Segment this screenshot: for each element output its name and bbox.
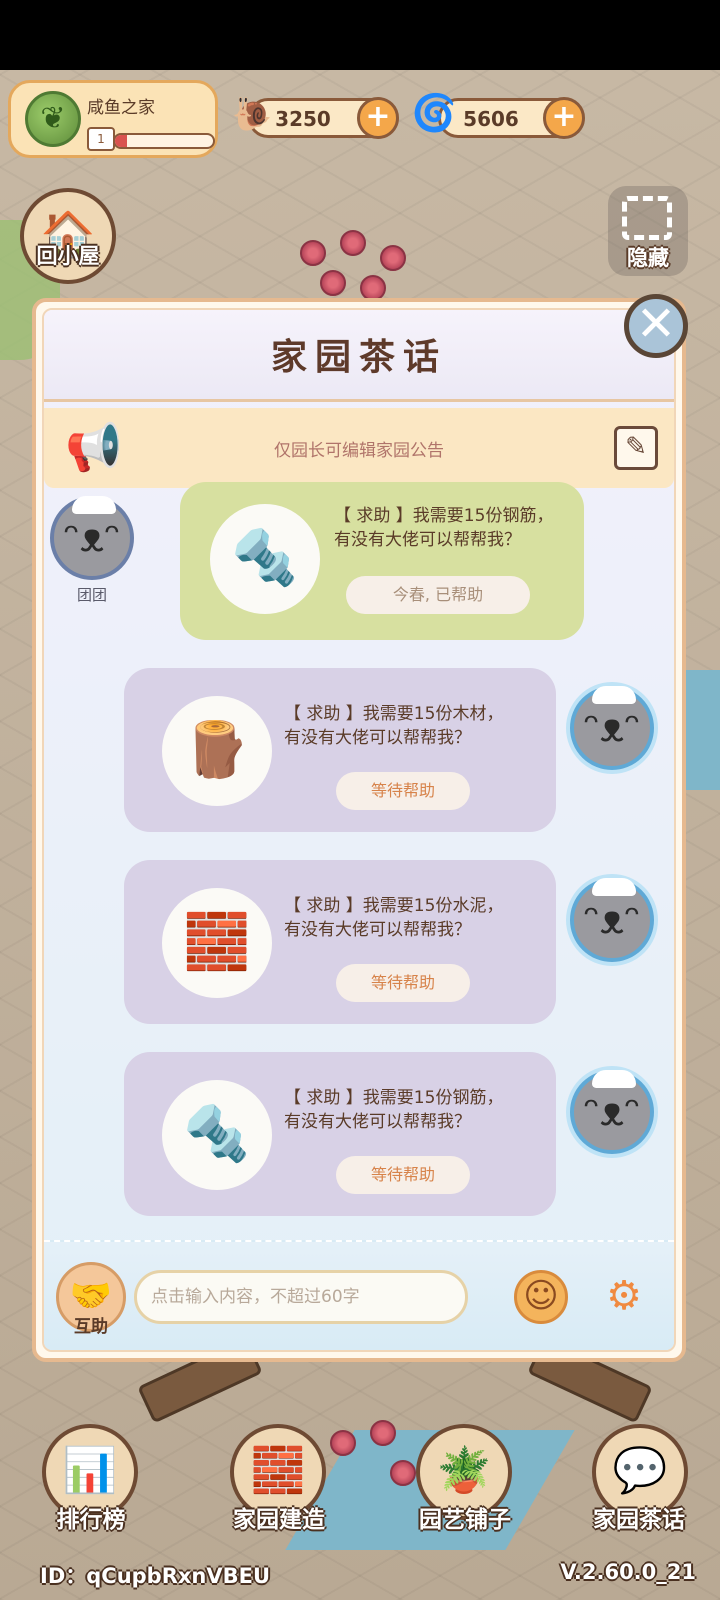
- cat-face-icon: ᵔᴥᵔ: [63, 515, 121, 561]
- avatar[interactable]: ᵔᴥᵔ: [570, 878, 654, 962]
- chat-input-bar: 🤝 互助 ☺ ⚙: [44, 1240, 674, 1350]
- plant-icon: ❦: [25, 91, 81, 147]
- home-name: 咸鱼之家: [87, 98, 155, 118]
- chef-hat-icon: [592, 686, 636, 704]
- message-bubble: 🧱 【 求助 】我需要15份水泥， 有没有大佬可以帮帮我？ 等待帮助: [124, 860, 556, 1024]
- help-request-button[interactable]: 等待帮助: [336, 1156, 470, 1194]
- sender-name: 团团: [76, 586, 107, 604]
- garden-shop-icon: 🪴: [436, 1445, 492, 1496]
- steel-bar-icon: 🔩: [162, 1080, 272, 1190]
- mutual-help-label: 互助: [74, 1317, 108, 1337]
- cat-face-icon: ᵔᴥᵔ: [583, 1089, 641, 1135]
- rose-flower: [380, 245, 406, 271]
- frame-icon: [622, 196, 672, 240]
- tea-chat-dialog: 家园茶话 📢 仅园长可编辑家园公告 ✎ ᵔᴥᵔ 团团 🔩 【 求助 】我需要15…: [32, 298, 686, 1362]
- hide-ui-button[interactable]: 隐藏: [608, 186, 688, 276]
- chef-hat-icon: [592, 878, 636, 896]
- message-text: 【 求助 】我需要15份木材， 有没有大佬可以帮帮我？: [284, 704, 504, 748]
- avatar[interactable]: ᵔᴥᵔ: [50, 496, 134, 580]
- message-text: 【 求助 】我需要15份水泥， 有没有大佬可以帮帮我？: [284, 896, 504, 940]
- rose-flower: [330, 1430, 356, 1456]
- message-bubble: 🔩 【 求助 】我需要15份钢筋， 有没有大佬可以帮帮我？ 今春, 已帮助: [180, 482, 584, 640]
- dialog-header: 家园茶话: [44, 310, 674, 402]
- snail-coin-icon: 🐌: [232, 95, 272, 133]
- swirl-gem-icon: 🌀: [411, 93, 457, 134]
- chef-hat-icon: [592, 1070, 636, 1088]
- version-label: V.2.60.0_21: [560, 1560, 696, 1584]
- close-button[interactable]: ✕: [624, 294, 688, 358]
- add-coins-button[interactable]: +: [357, 97, 399, 139]
- announcement-bar: 📢 仅园长可编辑家园公告 ✎: [44, 408, 674, 488]
- chat-input[interactable]: [134, 1270, 468, 1324]
- avatar[interactable]: ᵔᴥᵔ: [570, 1070, 654, 1154]
- tea-chat-label: 家园茶话: [593, 1507, 685, 1533]
- rose-flower: [370, 1420, 396, 1446]
- house-level-icon: 1: [87, 127, 115, 151]
- announcement-text: 仅园长可编辑家园公告: [274, 441, 444, 461]
- home-level-progress: [113, 133, 215, 149]
- chef-hat-icon: [72, 496, 116, 514]
- message-bubble: 🔩 【 求助 】我需要15份钢筋， 有没有大佬可以帮帮我？ 等待帮助: [124, 1052, 556, 1216]
- message-text: 【 求助 】我需要15份钢筋， 有没有大佬可以帮帮我？: [334, 506, 554, 550]
- home-build-label: 家园建造: [233, 1507, 325, 1533]
- add-gems-button[interactable]: +: [543, 97, 585, 139]
- chat-settings-icon[interactable]: ⚙: [592, 1268, 656, 1326]
- edit-announcement-icon[interactable]: ✎: [614, 426, 658, 470]
- chat-bubbles-icon: 💬: [612, 1445, 668, 1496]
- back-home-label: 回小屋: [36, 244, 100, 268]
- emoji-icon[interactable]: ☺: [514, 1270, 568, 1324]
- garden-shop-label: 园艺铺子: [419, 1507, 511, 1533]
- handshake-icon: 🤝: [69, 1276, 113, 1316]
- leaderboard-label: 排行榜: [56, 1507, 126, 1533]
- avatar[interactable]: ᵔᴥᵔ: [570, 686, 654, 770]
- brick-build-icon: 🧱: [250, 1445, 306, 1496]
- wood-log-icon: 🪵: [162, 696, 272, 806]
- cat-face-icon: ᵔᴥᵔ: [583, 897, 641, 943]
- leaderboard-icon: 📊: [62, 1445, 118, 1496]
- steel-bar-icon: 🔩: [210, 504, 320, 614]
- dialog-body: 家园茶话 📢 仅园长可编辑家园公告 ✎ ᵔᴥᵔ 团团 🔩 【 求助 】我需要15…: [42, 308, 676, 1352]
- rose-flower: [320, 270, 346, 296]
- home-level-progress-fill: [115, 135, 127, 147]
- rose-flower: [300, 240, 326, 266]
- rose-flower: [340, 230, 366, 256]
- hide-label: 隐藏: [627, 246, 669, 270]
- cat-face-icon: ᵔᴥᵔ: [583, 705, 641, 751]
- message-text: 【 求助 】我需要15份钢筋， 有没有大佬可以帮帮我？: [284, 1088, 504, 1132]
- message-list[interactable]: ᵔᴥᵔ 团团 🔩 【 求助 】我需要15份钢筋， 有没有大佬可以帮帮我？ 今春,…: [44, 482, 674, 1240]
- dialog-title: 家园茶话: [270, 337, 447, 378]
- message-bubble: 🪵 【 求助 】我需要15份木材， 有没有大佬可以帮帮我？ 等待帮助: [124, 668, 556, 832]
- help-status-button[interactable]: 今春, 已帮助: [346, 576, 530, 614]
- player-id: ID：qCupbRxnVBEU: [40, 1564, 271, 1588]
- home-badge[interactable]: ❦ 咸鱼之家 1: [8, 80, 218, 158]
- cement-bag-icon: 🧱: [162, 888, 272, 998]
- help-request-button[interactable]: 等待帮助: [336, 964, 470, 1002]
- help-request-button[interactable]: 等待帮助: [336, 772, 470, 810]
- rose-flower: [390, 1460, 416, 1486]
